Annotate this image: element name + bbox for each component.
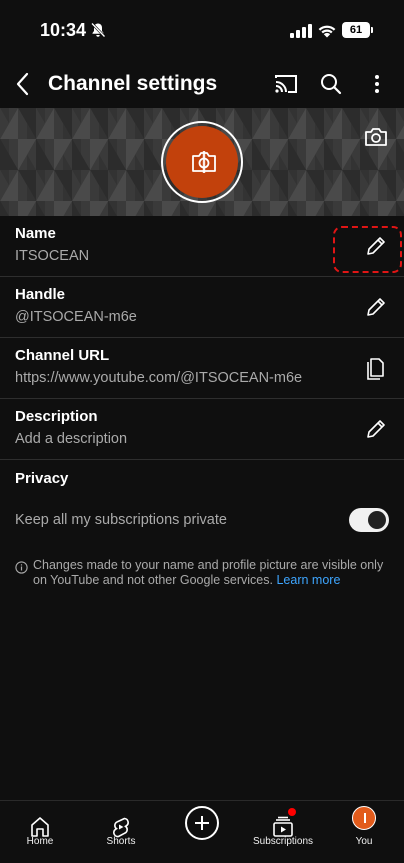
avatar-icon[interactable] (352, 806, 376, 830)
handle-value: @ITSOCEAN-m6e (15, 309, 137, 325)
info-note: Changes made to your name and profile pi… (33, 558, 393, 588)
nav-home[interactable]: Home (0, 801, 80, 863)
privacy-heading: Privacy (15, 470, 69, 487)
wifi-icon (318, 25, 336, 38)
create-button[interactable] (185, 806, 219, 840)
setting-row-channel-url: Channel URL https://www.youtube.com/@ITS… (0, 338, 404, 399)
nav-shorts[interactable]: Shorts (81, 801, 161, 863)
more-options-icon[interactable] (363, 70, 391, 98)
search-icon[interactable] (317, 70, 345, 98)
handle-label: Handle (15, 286, 66, 303)
channel-url-label: Channel URL (15, 347, 110, 364)
notification-dot (288, 808, 296, 816)
nav-subscriptions-label: Subscriptions (252, 836, 314, 847)
back-arrow-icon[interactable] (10, 70, 38, 98)
create-icon-vertical (201, 816, 203, 830)
nav-you-label: You (355, 836, 373, 847)
camera-icon[interactable] (364, 126, 388, 148)
app-header: Channel settings (0, 60, 404, 108)
copy-icon[interactable] (364, 356, 388, 380)
profile-picture[interactable] (161, 121, 243, 203)
page-title: Channel settings (48, 72, 218, 95)
pencil-icon[interactable] (364, 295, 388, 319)
setting-row-description: Description Add a description (0, 399, 404, 460)
setting-row-handle: Handle @ITSOCEAN-m6e (0, 277, 404, 338)
cellular-signal-icon (290, 24, 312, 38)
cast-icon[interactable] (272, 70, 300, 98)
bell-off-icon (91, 22, 106, 38)
name-label: Name (15, 225, 56, 242)
status-time: 10:34 (40, 20, 87, 40)
edit-name-highlight (333, 226, 402, 273)
toggle-knob (368, 511, 386, 529)
description-label: Description (15, 408, 98, 425)
name-value: ITSOCEAN (15, 248, 90, 264)
description-value: Add a description (15, 431, 128, 447)
nav-shorts-label: Shorts (106, 836, 136, 847)
avatar (166, 126, 238, 198)
nav-home-label: Home (26, 836, 54, 847)
nav-subscriptions[interactable]: Subscriptions (242, 801, 324, 863)
channel-banner[interactable] (0, 108, 404, 216)
status-bar: 10:34 61 (0, 0, 404, 60)
pencil-icon[interactable] (364, 417, 388, 441)
learn-more-link[interactable]: Learn more (276, 573, 340, 587)
channel-url-value: https://www.youtube.com/@ITSOCEAN-m6e (15, 370, 303, 386)
channel-settings-screen: 10:34 61 Channel settings Name ITSOCEAN … (0, 0, 404, 863)
camera-icon (192, 151, 216, 173)
battery-indicator: 61 (342, 22, 373, 38)
info-icon (15, 561, 28, 574)
private-subscriptions-label: Keep all my subscriptions private (15, 512, 227, 528)
private-subscriptions-toggle[interactable] (349, 508, 389, 532)
